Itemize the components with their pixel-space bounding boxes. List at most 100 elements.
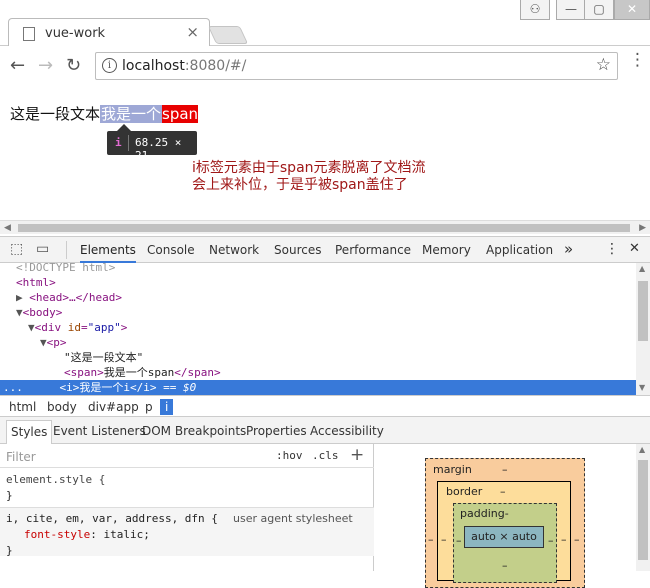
head-tag: <head>…</head> (29, 291, 122, 304)
styles-filter-input[interactable]: Filter (6, 450, 36, 464)
styles-filter-bar: Filter :hov .cls + (0, 444, 374, 468)
devtools-close-icon[interactable]: ✕ (629, 241, 640, 256)
margin-right-value: – (574, 533, 580, 546)
p-tag: <p> (46, 336, 67, 349)
crumb-i[interactable]: i (160, 399, 174, 415)
tab-styles[interactable]: Styles (6, 420, 53, 444)
browser-menu-icon[interactable]: ⋮ (629, 52, 646, 69)
elements-scrollbar[interactable]: ▲ ▼ (636, 263, 650, 395)
horizontal-scroll-thumb[interactable] (18, 224, 630, 232)
ua-rule-selector: i, cite, em, var, address, dfn { (6, 511, 218, 527)
user-profile-button[interactable]: ⚇ (520, 0, 550, 20)
styles-scrollbar[interactable]: ▲ (636, 444, 650, 571)
dom-head[interactable]: ▶ <head>…</head> (16, 290, 122, 305)
border-right-value: – (561, 533, 567, 546)
forward-icon[interactable]: → (38, 55, 53, 76)
add-rule-icon[interactable]: + (350, 445, 364, 465)
content-box[interactable]: auto × auto (464, 526, 544, 548)
tab-properties[interactable]: Properties (246, 424, 307, 438)
bookmark-star-icon[interactable]: ☆ (596, 55, 611, 75)
maximize-button[interactable]: ▢ (584, 0, 614, 20)
div-attr-value: "app" (87, 321, 121, 334)
border-left-value: – (441, 533, 447, 546)
tab-dom-breakpoints[interactable]: DOM Breakpoints (142, 424, 246, 438)
dom-p[interactable]: ▼<p> (40, 335, 67, 350)
div-close: > (120, 321, 128, 334)
border-label: border (446, 485, 483, 498)
styles-scroll-up-icon[interactable]: ▲ (639, 445, 645, 454)
selected-dots: ... (3, 381, 23, 394)
new-tab-button[interactable] (207, 26, 249, 44)
hover-state-toggle[interactable]: :hov (276, 449, 303, 462)
collapse-div-icon[interactable]: ▼ (28, 321, 35, 334)
collapse-p-icon[interactable]: ▼ (40, 336, 47, 349)
back-icon[interactable]: ← (10, 55, 25, 76)
devtools-menu-icon[interactable]: ⋮ (605, 241, 619, 257)
styles-scroll-thumb[interactable] (638, 460, 648, 560)
page-viewport: 这是一段文本我是一个span (0, 86, 650, 220)
span-content: 我是一个span (103, 366, 175, 379)
elements-scroll-thumb[interactable] (638, 281, 648, 341)
page-favicon-icon (23, 27, 35, 41)
page-paragraph: 这是一段文本我是一个span (10, 103, 199, 124)
dom-span[interactable]: <span>我是一个span</span> (64, 365, 221, 380)
horizontal-scrollbar[interactable]: ◀ ▶ (0, 220, 650, 234)
browser-tab[interactable]: vue-work × (8, 18, 210, 47)
class-toggle[interactable]: .cls (312, 449, 339, 462)
scroll-right-arrow-icon[interactable]: ▶ (639, 223, 646, 233)
ua-declaration[interactable]: font-style: italic; (24, 527, 150, 543)
highlighted-i-element: 我是一个 (100, 105, 163, 123)
element-style-selector: element.style { (6, 473, 106, 486)
tab-performance[interactable]: Performance (335, 243, 411, 257)
dom-doctype[interactable]: <!DOCTYPE html> (16, 263, 115, 275)
expand-head-icon[interactable]: ▶ (16, 291, 29, 304)
elements-scroll-up-icon[interactable]: ▲ (639, 264, 645, 273)
elements-scroll-down-icon[interactable]: ▼ (639, 383, 645, 392)
ua-stylesheet-rule: i, cite, em, var, address, dfn { user ag… (0, 508, 374, 557)
span-element: span (162, 105, 199, 123)
tab-memory[interactable]: Memory (422, 243, 471, 257)
dom-text-node[interactable]: "这是一段文本" (64, 350, 143, 365)
more-tabs-icon[interactable]: » (564, 240, 573, 258)
dom-body[interactable]: ▼<body> (16, 305, 62, 320)
padding-right-value: – (548, 534, 554, 547)
close-window-button[interactable]: ✕ (614, 0, 650, 20)
ua-prop-name: font-style (24, 528, 91, 541)
ua-source-label: user agent stylesheet (233, 512, 353, 525)
span-open-tag: <span> (64, 366, 104, 379)
minimize-button[interactable]: — (556, 0, 586, 20)
dom-div-app[interactable]: ▼<div id="app"> (28, 320, 127, 335)
html-tag: <html> (16, 276, 56, 289)
crumb-div-app[interactable]: div#app (88, 400, 139, 414)
crumb-p[interactable]: p (145, 400, 153, 414)
tab-accessibility[interactable]: Accessibility (310, 424, 384, 438)
crumb-body[interactable]: body (47, 400, 77, 414)
url-text[interactable]: localhost:8080/#/ (122, 58, 246, 74)
collapse-body-icon[interactable]: ▼ (16, 306, 23, 319)
elements-tree: <!DOCTYPE html> <html> ▶ <head>…</head> … (0, 263, 650, 395)
address-bar[interactable]: i localhost:8080/#/ ☆ (95, 52, 618, 80)
dom-html[interactable]: <html> (16, 275, 56, 290)
selected-marker: == $0 (163, 381, 197, 394)
inspect-element-icon[interactable]: ⬚ (10, 241, 23, 257)
crumb-html[interactable]: html (9, 400, 36, 414)
tab-sources[interactable]: Sources (274, 243, 321, 257)
dom-i-selected[interactable]: ... <i>我是一个i</i> == $0 (0, 380, 636, 395)
tab-close-icon[interactable]: × (186, 23, 199, 41)
element-style-rule[interactable]: element.style { } (6, 472, 105, 504)
reload-icon[interactable]: ↻ (66, 55, 81, 76)
sidebar-tabs: Styles Event Listeners DOM Breakpoints P… (0, 417, 650, 444)
tab-event-listeners[interactable]: Event Listeners (53, 424, 146, 438)
tab-elements[interactable]: Elements (80, 243, 136, 263)
box-model-pane: margin – – – border – – – padding- – – –… (375, 444, 636, 588)
ua-rule-close: } (6, 544, 13, 557)
info-icon[interactable]: i (102, 58, 117, 73)
tab-console[interactable]: Console (147, 243, 195, 257)
tab-network[interactable]: Network (209, 243, 259, 257)
tab-application[interactable]: Application (486, 243, 553, 257)
scroll-left-arrow-icon[interactable]: ◀ (4, 223, 11, 233)
paragraph-text: 这是一段文本 (10, 105, 101, 123)
url-path: :8080/#/ (184, 58, 247, 74)
device-toolbar-icon[interactable]: ▭ (36, 241, 49, 257)
annotation-note: i标签元素由于span元素脱离了文档流 会上来补位，于是乎被span盖住了 (192, 160, 426, 194)
